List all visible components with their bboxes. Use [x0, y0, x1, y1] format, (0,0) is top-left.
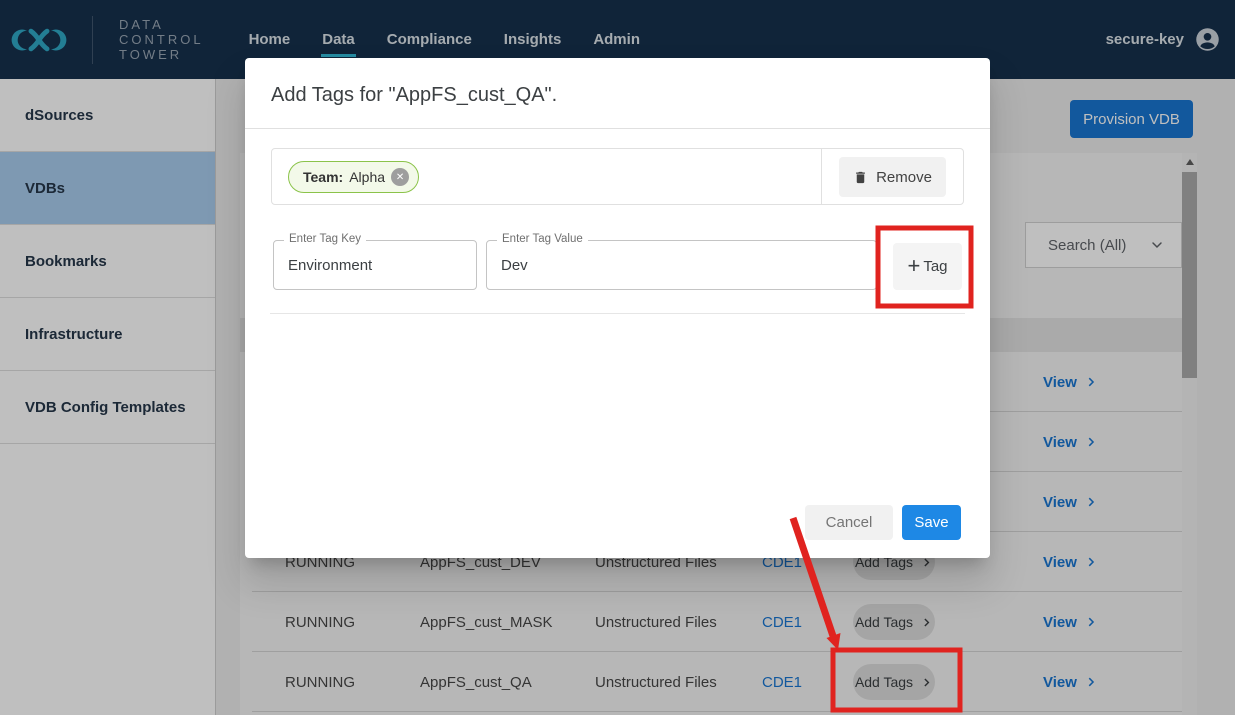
add-tags-dialog: Add Tags for "AppFS_cust_QA". Team: Alph… — [245, 58, 990, 558]
app-root: DATA CONTROL TOWER Home Data Compliance … — [0, 0, 1235, 715]
tag-value-field[interactable]: Enter Tag Value — [486, 240, 877, 290]
add-tag-button[interactable]: + Tag — [893, 243, 962, 290]
tag-key-input[interactable] — [274, 241, 476, 289]
save-button[interactable]: Save — [902, 505, 961, 540]
trash-icon — [853, 170, 868, 185]
tag-value-input[interactable] — [487, 241, 876, 289]
tag-key-label: Enter Tag Key — [284, 233, 366, 245]
remove-tag-button[interactable]: Remove — [839, 157, 946, 197]
fields-divider — [270, 313, 965, 314]
tag-value-label: Enter Tag Value — [497, 233, 588, 245]
cancel-button[interactable]: Cancel — [805, 505, 893, 540]
tag-chip-value: Alpha — [349, 169, 385, 185]
tagbox-divider — [821, 149, 822, 204]
tag-chip-team-alpha[interactable]: Team: Alpha ✕ — [288, 161, 419, 193]
tag-chip-key: Team: — [303, 169, 343, 185]
dialog-title: Add Tags for "AppFS_cust_QA". — [245, 58, 990, 128]
tag-key-field[interactable]: Enter Tag Key — [273, 240, 477, 290]
tags-container: Team: Alpha ✕ Remove — [271, 148, 964, 205]
chip-close-icon[interactable]: ✕ — [391, 168, 409, 186]
dialog-title-divider — [245, 128, 990, 129]
plus-icon: + — [907, 255, 920, 277]
